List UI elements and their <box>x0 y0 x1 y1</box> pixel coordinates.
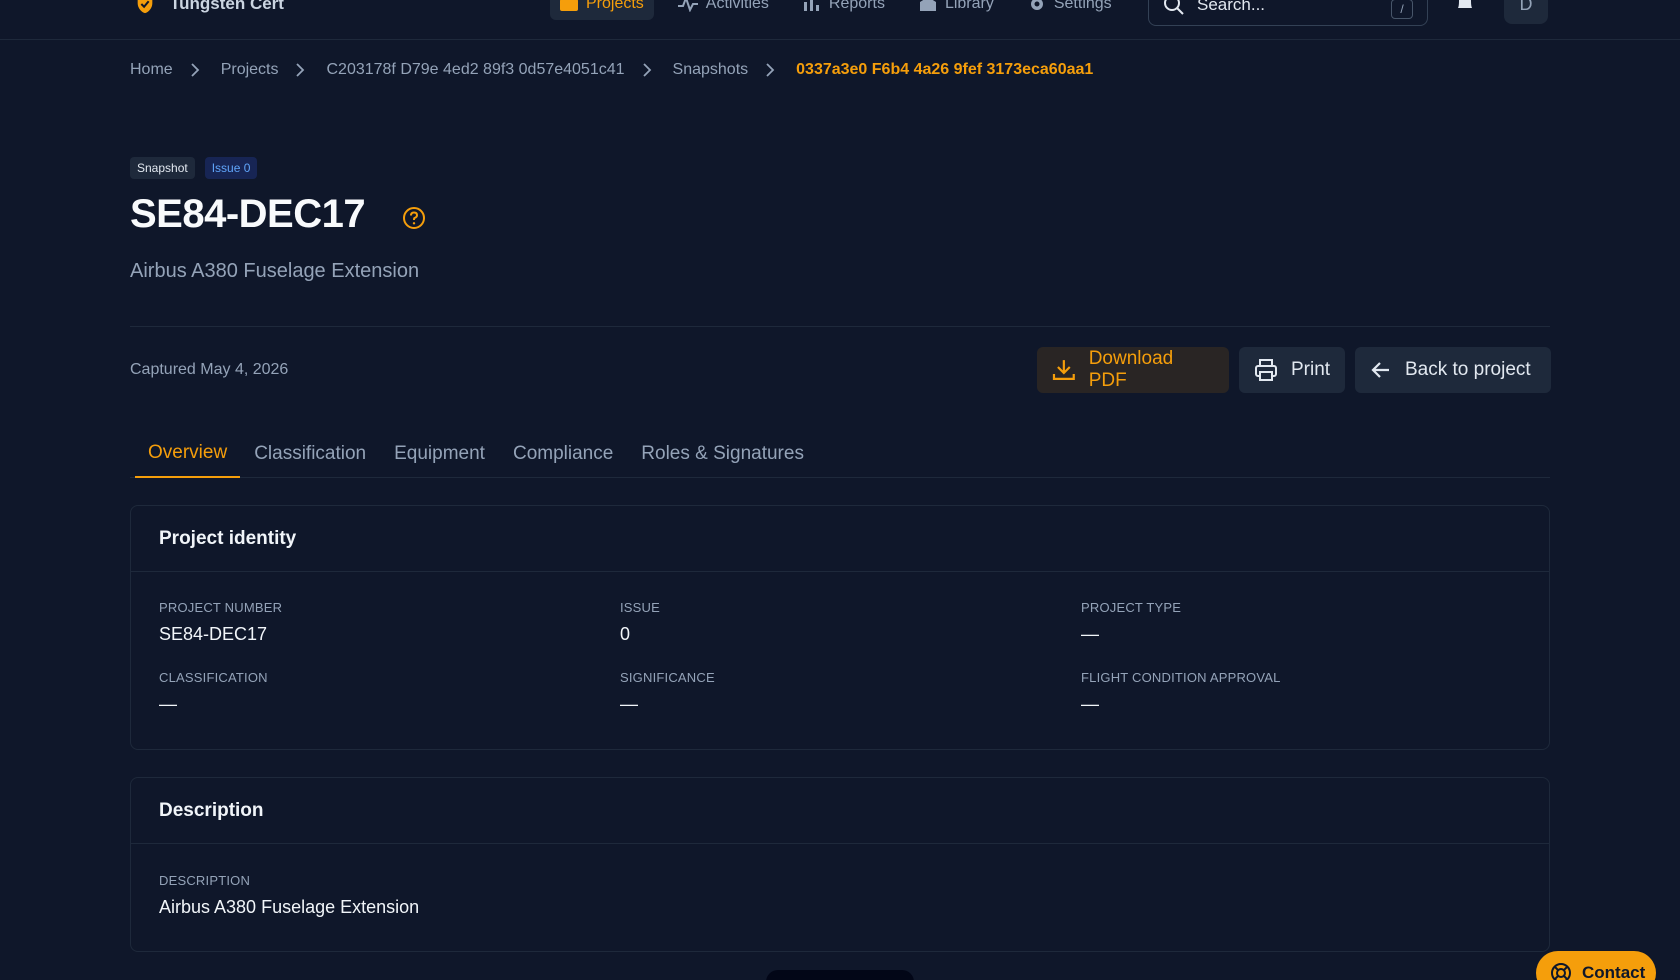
print-label: Print <box>1291 359 1331 380</box>
arrow-left-icon <box>1371 362 1389 378</box>
field-value: — <box>1081 694 1099 714</box>
field-label: FLIGHT CONDITION APPROVAL <box>1081 670 1281 685</box>
breadcrumb-projects[interactable]: Projects <box>221 61 279 79</box>
field-project-type: PROJECT TYPE — <box>1081 600 1181 645</box>
nav-item-library[interactable]: Library <box>909 0 1004 20</box>
search-input[interactable]: Search... / <box>1148 0 1428 26</box>
bell-icon <box>1458 0 1472 8</box>
chevron-right-icon <box>296 63 308 77</box>
field-flight-condition-approval: FLIGHT CONDITION APPROVAL — <box>1081 670 1281 715</box>
chevron-right-icon <box>191 63 203 77</box>
field-value: Airbus A380 Fuselage Extension <box>159 897 420 917</box>
chevron-right-icon <box>642 63 655 77</box>
header-badges: Snapshot Issue 0 <box>130 157 258 179</box>
field-classification: CLASSIFICATION — <box>159 670 268 715</box>
help-icon[interactable] <box>402 206 426 235</box>
folder-icon <box>560 0 578 11</box>
card-title: Project identity <box>131 506 1549 572</box>
nav-item-projects[interactable]: Projects <box>550 0 654 20</box>
tab-roles-signatures[interactable]: Roles & Signatures <box>627 430 818 478</box>
toast-stub <box>766 970 914 980</box>
description-card: Description DESCRIPTION Airbus A380 Fuse… <box>130 777 1550 952</box>
field-label: SIGNIFICANCE <box>620 670 715 685</box>
field-label: DESCRIPTION <box>159 873 251 888</box>
breadcrumb-snapshots[interactable]: Snapshots <box>673 61 749 79</box>
field-value: — <box>159 694 177 714</box>
field-label: PROJECT TYPE <box>1081 600 1182 615</box>
project-identity-card: Project identity PROJECT NUMBER SE84-DEC… <box>130 505 1550 750</box>
download-pdf-label: Download PDF <box>1088 348 1174 391</box>
back-to-project-button[interactable]: Back to project <box>1355 347 1551 393</box>
gear-icon <box>1030 0 1043 10</box>
search-shortcut-key: / <box>1391 0 1413 19</box>
tab-classification[interactable]: Classification <box>240 430 380 478</box>
field-value: 0 <box>620 624 631 644</box>
contact-button[interactable]: Contact <box>1536 951 1656 980</box>
breadcrumb-home[interactable]: Home <box>130 61 173 79</box>
library-icon <box>919 0 936 11</box>
tab-equipment[interactable]: Equipment <box>380 430 499 478</box>
nav-item-settings[interactable]: Settings <box>1018 0 1122 20</box>
issue-badge: Issue 0 <box>204 157 258 179</box>
field-value: — <box>620 694 638 714</box>
captured-date: Captured May 4, 2026 <box>130 361 289 378</box>
shield-check-icon <box>137 0 153 14</box>
tab-overview[interactable]: Overview <box>135 430 241 478</box>
field-value: SE84-DEC17 <box>159 624 268 644</box>
page-subtitle: Airbus A380 Fuselage Extension <box>130 260 420 282</box>
nav-item-label: Activities <box>705 0 769 12</box>
breadcrumb-current-snapshot: 0337a3e0 F6b4 4a26 9fef 3173eca60aa1 <box>796 61 1094 78</box>
top-nav-bar: Tungsten Cert Projects Activities Report… <box>0 0 1680 40</box>
breadcrumb: Home Projects C203178f D79e 4ed2 89f3 0d… <box>130 58 1093 82</box>
chevron-right-icon <box>766 63 778 77</box>
print-button[interactable]: Print <box>1239 347 1345 393</box>
field-label: CLASSIFICATION <box>159 670 268 685</box>
activity-icon <box>677 0 698 12</box>
nav-item-label: Settings <box>1053 0 1112 12</box>
download-icon <box>1052 360 1075 380</box>
download-pdf-button[interactable]: Download PDF <box>1037 347 1229 393</box>
nav-item-label: Library <box>944 0 994 12</box>
back-to-project-label: Back to project <box>1405 359 1531 380</box>
header-actions: Download PDF Print Back to project <box>1037 347 1551 393</box>
avatar[interactable]: D <box>1504 0 1548 24</box>
printer-icon <box>1255 359 1277 381</box>
field-issue: ISSUE 0 <box>620 600 660 645</box>
breadcrumb-project-id[interactable]: C203178f D79e 4ed2 89f3 0d57e4051c41 <box>326 61 624 79</box>
bar-chart-icon <box>803 0 819 11</box>
notifications-button[interactable] <box>1454 0 1476 19</box>
lifebuoy-icon <box>1551 963 1571 980</box>
header-divider <box>130 326 1550 327</box>
brand[interactable]: Tungsten Cert <box>134 0 284 16</box>
field-project-number: PROJECT NUMBER SE84-DEC17 <box>159 600 282 645</box>
tab-compliance[interactable]: Compliance <box>499 430 627 478</box>
nav-item-label: Projects <box>586 0 644 12</box>
nav-item-reports[interactable]: Reports <box>793 0 895 20</box>
card-title: Description <box>131 778 1549 844</box>
nav-item-label: Reports <box>828 0 885 12</box>
nav-item-activities[interactable]: Activities <box>668 0 779 20</box>
page-title: SE84-DEC17 <box>130 192 366 236</box>
search-icon <box>1164 0 1184 15</box>
field-description: DESCRIPTION Airbus A380 Fuselage Extensi… <box>159 873 419 918</box>
snapshot-badge: Snapshot <box>130 157 195 179</box>
tab-bar: Overview Classification Equipment Compli… <box>130 430 1550 478</box>
brand-name: Tungsten Cert <box>170 0 284 13</box>
field-value: — <box>1081 624 1099 644</box>
main-nav: Projects Activities Reports Library Sett… <box>550 0 1122 20</box>
search-placeholder: Search... <box>1197 0 1266 14</box>
field-label: ISSUE <box>620 600 661 615</box>
field-significance: SIGNIFICANCE — <box>620 670 715 715</box>
contact-label: Contact <box>1582 963 1646 980</box>
field-label: PROJECT NUMBER <box>159 600 283 615</box>
